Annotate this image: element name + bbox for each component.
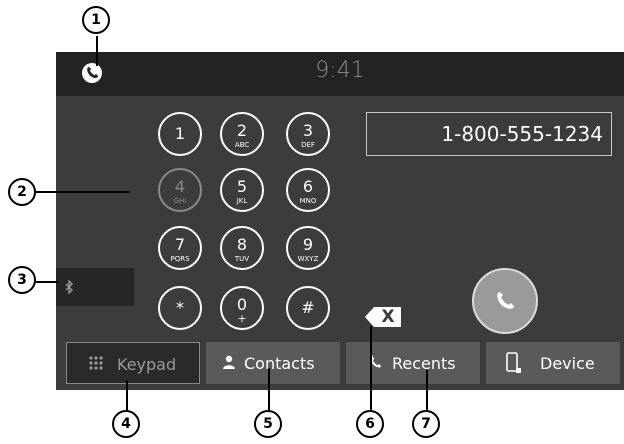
phone-icon [497,292,514,309]
callout-line [126,380,128,412]
tab-contacts[interactable]: Contacts [206,342,340,384]
callout-3: 3 [8,266,36,294]
tab-device[interactable]: Device [486,342,620,384]
key-2[interactable]: 2 ABC [220,112,264,156]
person-icon [223,355,235,369]
callout-line [426,370,428,412]
key-7[interactable]: 7 PQRS [158,226,202,270]
callout-line [36,191,130,193]
callout-6: 6 [356,410,384,438]
call-button[interactable] [472,268,538,334]
callout-7: 7 [412,410,440,438]
callout-4: 4 [112,410,140,438]
bluetooth-icon [65,280,73,294]
key-6[interactable]: 6 MNO [286,168,330,212]
tab-label: Keypad [117,355,177,374]
key-5[interactable]: 5 JKL [220,168,264,212]
phone-screen: 9:41 [56,52,624,390]
tab-label: Device [540,354,595,373]
tab-label: Recents [392,354,456,373]
key-1[interactable]: 1 [158,112,202,156]
tab-recents[interactable]: Recents [346,342,480,384]
keypad-grid-icon [89,356,103,370]
callout-line [96,36,98,66]
key-3[interactable]: 3 DEF [286,112,330,156]
device-icon [506,352,521,373]
bluetooth-indicator [56,268,134,306]
callout-5: 5 [254,410,282,438]
key-star[interactable]: * [158,286,202,330]
callout-line [268,368,270,412]
clock: 9:41 [315,58,365,83]
key-9[interactable]: 9 WXYZ [286,226,330,270]
callout-line [36,281,58,283]
callout-line [370,326,372,412]
tab-keypad[interactable]: Keypad [66,342,200,384]
key-8[interactable]: 8 TUV [220,226,264,270]
callout-1: 1 [82,6,110,34]
callout-2: 2 [8,178,36,206]
key-4[interactable]: 4 GHI [158,168,202,212]
dialed-number-display: 1-800-555-1234 [366,112,612,156]
key-0[interactable]: 0 + [220,286,264,330]
status-bar: 9:41 [56,52,624,96]
tab-label: Contacts [244,354,315,373]
key-hash[interactable]: # [286,286,330,330]
